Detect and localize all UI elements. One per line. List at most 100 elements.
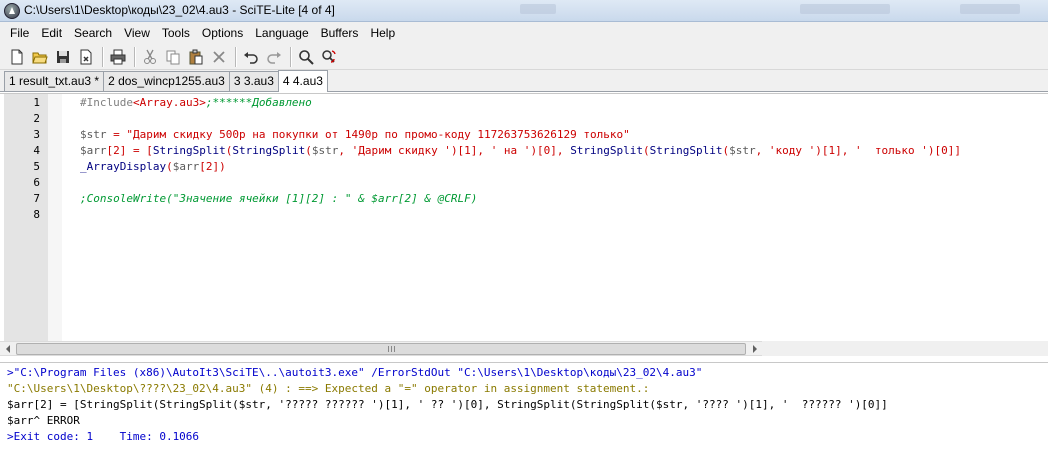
open-button[interactable] — [29, 46, 51, 68]
function-name: StringSplit — [649, 144, 723, 157]
undo-button[interactable] — [240, 46, 262, 68]
tab-dos-wincp1255[interactable]: 2 dos_wincp1255.au3 — [103, 71, 230, 91]
delete-button[interactable] — [208, 46, 230, 68]
code-editor[interactable]: 1 2 3 4 5 6 7 8 #Include<Array.au3>;****… — [0, 93, 1048, 342]
tab-3-au3[interactable]: 3 3.au3 — [228, 71, 279, 91]
code-line-1: #Include<Array.au3>;******Добавлено — [80, 95, 312, 111]
toolbar — [0, 44, 1048, 70]
menu-help[interactable]: Help — [364, 22, 401, 44]
arrow-right-icon — [752, 345, 757, 353]
line-comment: ;******Добавлено — [205, 96, 312, 109]
function-name: StringSplit — [570, 144, 644, 157]
string-literal: ' на ' — [490, 144, 531, 157]
index: )[1], — [815, 144, 856, 157]
function-name: StringSplit — [152, 144, 226, 157]
toolbar-separator — [134, 46, 135, 67]
title-bar: C:\Users\1\Desktop\коды\23_02\4.au3 - Sc… — [0, 0, 1048, 22]
paste-button[interactable] — [185, 46, 207, 68]
background-blur — [520, 4, 556, 14]
string-literal: "Дарим скидку 500р на покупки от 1490р п… — [126, 128, 630, 141]
variable: $str — [80, 128, 107, 141]
menu-edit[interactable]: Edit — [35, 22, 68, 44]
line-number: 7 — [33, 192, 40, 205]
redo-icon — [267, 51, 281, 64]
paren: ( — [305, 144, 312, 157]
paren: ( — [643, 144, 650, 157]
line-number: 2 — [33, 112, 40, 125]
open-folder-icon — [32, 52, 48, 63]
function-name: StringSplit — [232, 144, 306, 157]
paste-icon — [189, 49, 203, 64]
variable: $str — [311, 144, 339, 157]
scroll-right-button[interactable] — [747, 342, 762, 356]
index: )[0]] — [927, 144, 961, 157]
save-button[interactable] — [52, 46, 74, 68]
string-literal: 'коду ' — [768, 144, 816, 157]
horizontal-scrollbar[interactable] — [0, 341, 762, 356]
cut-button[interactable] — [139, 46, 161, 68]
output-line-error[interactable]: "C:\Users\1\Desktop\????\23_02\4.au3" (4… — [7, 381, 649, 397]
output-line-source: $arr[2] = [StringSplit(StringSplit($str,… — [7, 398, 888, 411]
print-button[interactable] — [107, 46, 129, 68]
scrollbar-thumb[interactable] — [16, 343, 746, 355]
menu-view[interactable]: View — [118, 22, 156, 44]
toolbar-separator — [290, 46, 291, 67]
copy-button[interactable] — [162, 46, 184, 68]
replace-icon — [322, 49, 336, 63]
menu-buffers[interactable]: Buffers — [315, 22, 365, 44]
operator: = — [106, 128, 127, 141]
window-title: C:\Users\1\Desktop\коды\23_02\4.au3 - Sc… — [24, 3, 335, 17]
arrow-left-icon — [5, 345, 10, 353]
line-number: 8 — [33, 208, 40, 221]
menu-tools[interactable]: Tools — [156, 22, 196, 44]
delete-icon — [213, 50, 225, 63]
background-blur — [960, 4, 1020, 14]
menu-options[interactable]: Options — [196, 22, 249, 44]
scroll-left-button[interactable] — [0, 342, 15, 356]
buffer-tab-strip: 1 result_txt.au3 * 2 dos_wincp1255.au3 3… — [0, 70, 1048, 92]
tab-result-txt[interactable]: 1 result_txt.au3 * — [4, 71, 105, 91]
new-file-icon — [11, 49, 23, 64]
replace-button[interactable] — [318, 46, 340, 68]
find-icon — [299, 49, 314, 65]
index: )[0], — [530, 144, 571, 157]
output-line-command: >"C:\Program Files (x86)\AutoIt3\SciTE\.… — [7, 366, 703, 379]
new-file-button[interactable] — [6, 46, 28, 68]
code-line-4: $arr[2] = [StringSplit(StringSplit($str,… — [80, 143, 961, 159]
line-number: 3 — [33, 128, 40, 141]
index: [2] — [199, 160, 220, 173]
function-name: _ArrayDisplay — [80, 160, 167, 173]
copy-icon — [166, 50, 180, 64]
index: )[1], — [450, 144, 491, 157]
scite-app-icon[interactable] — [4, 3, 20, 19]
string-literal: ' только ' — [855, 144, 928, 157]
line-comment: ;ConsoleWrite("Значение ячейки [1][2] : … — [80, 192, 478, 205]
redo-button[interactable] — [263, 46, 285, 68]
cut-icon — [144, 49, 156, 64]
print-icon — [110, 49, 126, 64]
menu-search[interactable]: Search — [68, 22, 118, 44]
output-line-exit: >Exit code: 1 Time: 0.1066 — [7, 430, 200, 443]
menu-bar: File Edit Search View Tools Options Lang… — [0, 22, 1048, 44]
code-line-3: $str = "Дарим скидку 500р на покупки от … — [80, 127, 630, 143]
grip-icon — [388, 346, 396, 352]
bracket: [ — [146, 144, 153, 157]
undo-icon — [244, 51, 258, 64]
include-directive: #Include — [80, 96, 133, 109]
menu-file[interactable]: File — [4, 22, 35, 44]
close-file-icon — [80, 49, 92, 64]
line-number: 1 — [33, 96, 40, 109]
toolbar-separator — [102, 46, 103, 67]
paren: ) — [219, 160, 226, 173]
code-area[interactable]: #Include<Array.au3>;******Добавлено $str… — [62, 94, 1048, 342]
fold-margin[interactable] — [48, 94, 62, 342]
string-literal: 'Дарим скидку ' — [351, 144, 451, 157]
close-file-button[interactable] — [75, 46, 97, 68]
scrollbar-filler — [762, 341, 1048, 356]
find-button[interactable] — [295, 46, 317, 68]
menu-language[interactable]: Language — [249, 22, 314, 44]
tab-4-au3[interactable]: 4 4.au3 — [277, 70, 328, 92]
toolbar-separator — [235, 46, 236, 67]
variable: $arr — [80, 144, 107, 157]
output-pane[interactable]: >"C:\Program Files (x86)\AutoIt3\SciTE\.… — [0, 362, 1048, 463]
